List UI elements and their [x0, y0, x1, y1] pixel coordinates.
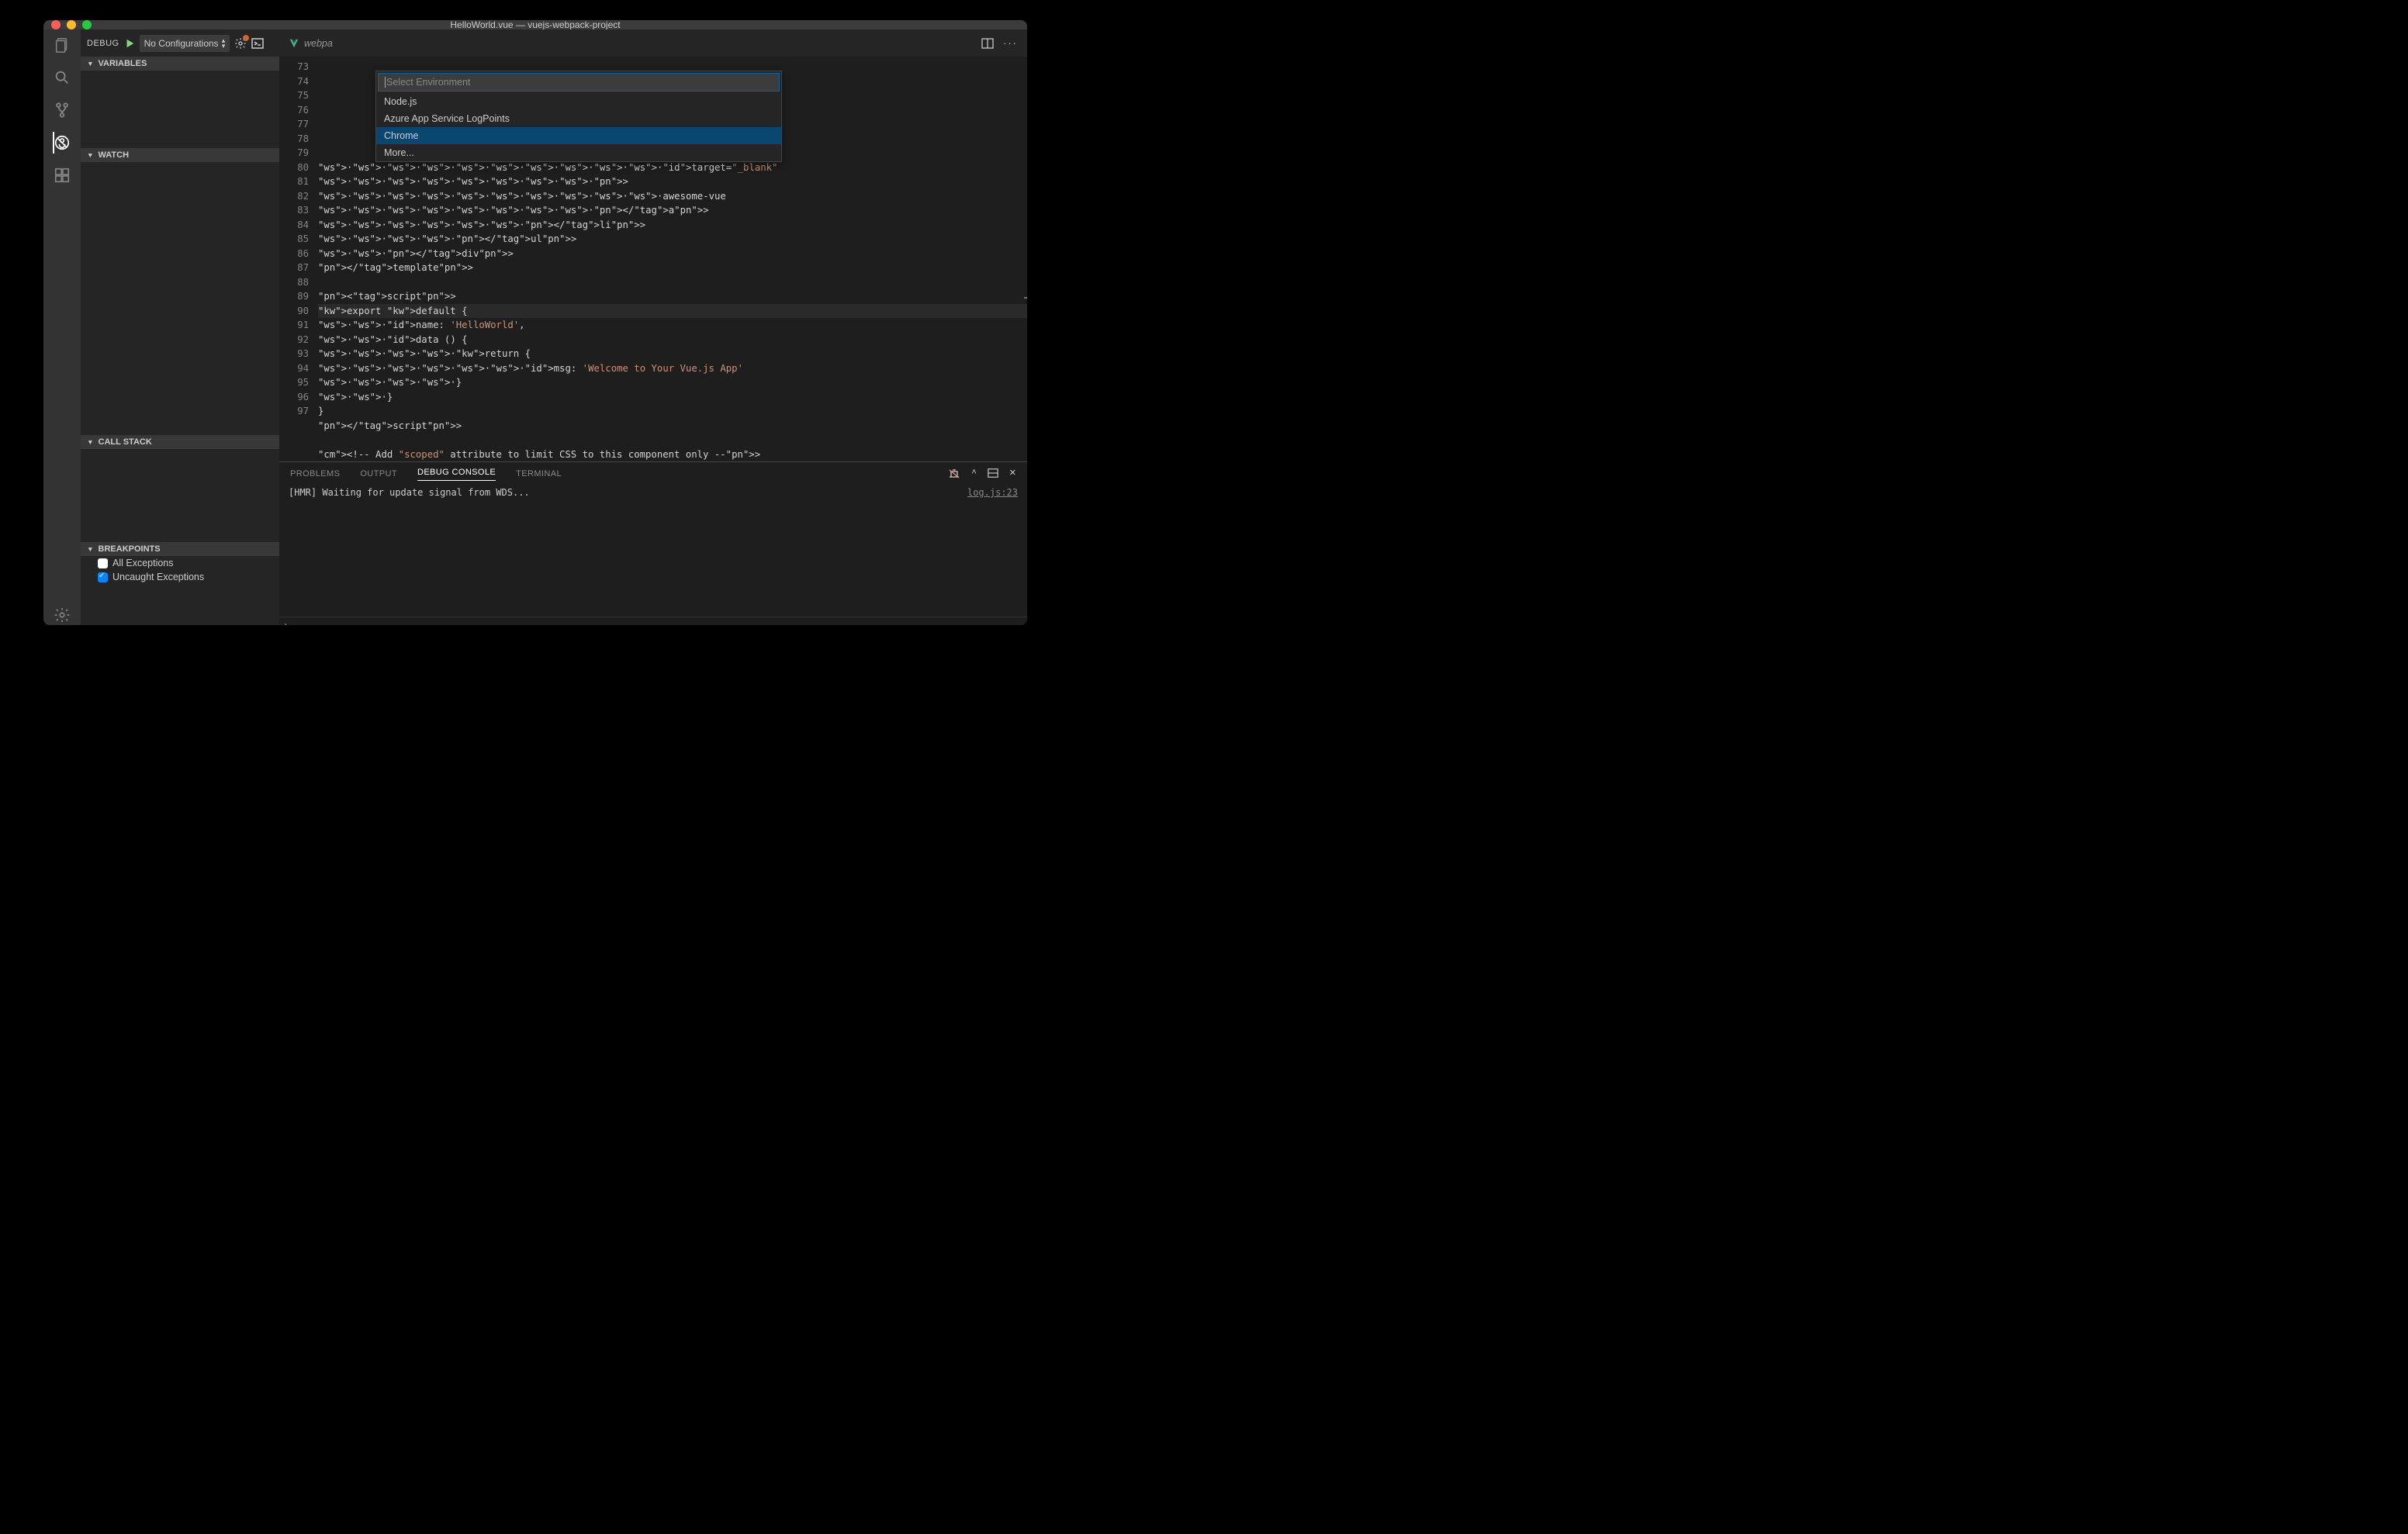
debug-console-output: [HMR] Waiting for update signal from WDS…: [279, 485, 1027, 617]
environment-quickpick: Select Environment Node.jsAzure App Serv…: [375, 71, 782, 162]
editor-tab[interactable]: webpa: [279, 29, 342, 57]
quickpick-item[interactable]: Node.js: [376, 93, 781, 110]
search-icon[interactable]: [53, 68, 71, 87]
watch-section: [81, 162, 279, 435]
breakpoints-section: All Exceptions Uncaught Exceptions: [81, 556, 279, 584]
quickpick-item[interactable]: Chrome: [376, 127, 781, 144]
tab-label: webpa: [304, 38, 333, 49]
tab-output[interactable]: OUTPUT: [360, 469, 397, 479]
extensions-icon[interactable]: [53, 166, 71, 185]
settings-gear-icon[interactable]: [53, 606, 71, 624]
quickpick-item[interactable]: More...: [376, 144, 781, 161]
breakpoints-section-header[interactable]: BREAKPOINTS: [81, 542, 279, 556]
line-number-gutter: 7374757677787980818283848586878889909192…: [279, 57, 318, 461]
explorer-icon[interactable]: [53, 36, 71, 54]
debug-config-label: No Configurations: [144, 38, 219, 49]
quickpick-input[interactable]: Select Environment: [378, 73, 780, 92]
callstack-section-header[interactable]: CALL STACK: [81, 435, 279, 449]
breakpoint-item[interactable]: Uncaught Exceptions: [81, 570, 279, 584]
bottom-panel: PROBLEMS OUTPUT DEBUG CONSOLE TERMINAL ˄…: [279, 461, 1027, 625]
quickpick-item[interactable]: Azure App Service LogPoints: [376, 110, 781, 127]
source-control-icon[interactable]: [53, 101, 71, 119]
debug-console-input[interactable]: ›: [279, 617, 1027, 625]
title-bar: HelloWorld.vue — vuejs-webpack-project: [43, 20, 1027, 29]
callstack-section: [81, 449, 279, 542]
configure-launch-button[interactable]: [234, 37, 247, 50]
debug-sidebar: DEBUG No Configurations ▴▾ VARIABLES W: [81, 29, 279, 625]
console-line: [HMR] Waiting for update signal from WDS…: [289, 487, 530, 615]
variables-section-header[interactable]: VARIABLES: [81, 57, 279, 71]
debug-console-toggle-button[interactable]: [251, 37, 264, 50]
collapse-icon[interactable]: ˄: [971, 468, 976, 480]
debug-toolbar: DEBUG No Configurations ▴▾: [81, 29, 279, 57]
clear-console-button[interactable]: [948, 468, 960, 480]
more-actions-button[interactable]: ···: [1003, 37, 1018, 50]
breakpoint-label: Uncaught Exceptions: [112, 572, 204, 582]
panel-tabs: PROBLEMS OUTPUT DEBUG CONSOLE TERMINAL ˄…: [279, 462, 1027, 485]
breakpoint-item[interactable]: All Exceptions: [81, 556, 279, 570]
chevron-updown-icon: ▴▾: [222, 38, 226, 49]
app-window: HelloWorld.vue — vuejs-webpack-project: [43, 20, 1027, 625]
checkbox-icon[interactable]: [98, 558, 108, 568]
tab-debug-console[interactable]: DEBUG CONSOLE: [417, 468, 496, 481]
watch-section-header[interactable]: WATCH: [81, 148, 279, 162]
debug-label: DEBUG: [87, 39, 119, 48]
start-debug-button[interactable]: [124, 38, 135, 49]
activity-bar: [43, 29, 81, 625]
debug-config-select[interactable]: No Configurations ▴▾: [140, 35, 230, 52]
close-panel-button[interactable]: ✕: [1009, 468, 1016, 480]
vue-file-icon: [289, 38, 299, 49]
console-source-link[interactable]: log.js:23: [967, 487, 1018, 615]
checkbox-icon[interactable]: [98, 572, 108, 582]
tab-problems[interactable]: PROBLEMS: [290, 469, 340, 479]
quickpick-placeholder: Select Environment: [385, 77, 470, 88]
variables-section: [81, 71, 279, 148]
maximize-panel-button[interactable]: [988, 468, 998, 480]
tab-terminal[interactable]: TERMINAL: [516, 469, 562, 479]
tab-bar: webpa ···: [279, 29, 1027, 57]
debug-icon[interactable]: [53, 133, 71, 152]
breakpoint-label: All Exceptions: [112, 558, 174, 568]
split-editor-button[interactable]: [981, 37, 994, 50]
